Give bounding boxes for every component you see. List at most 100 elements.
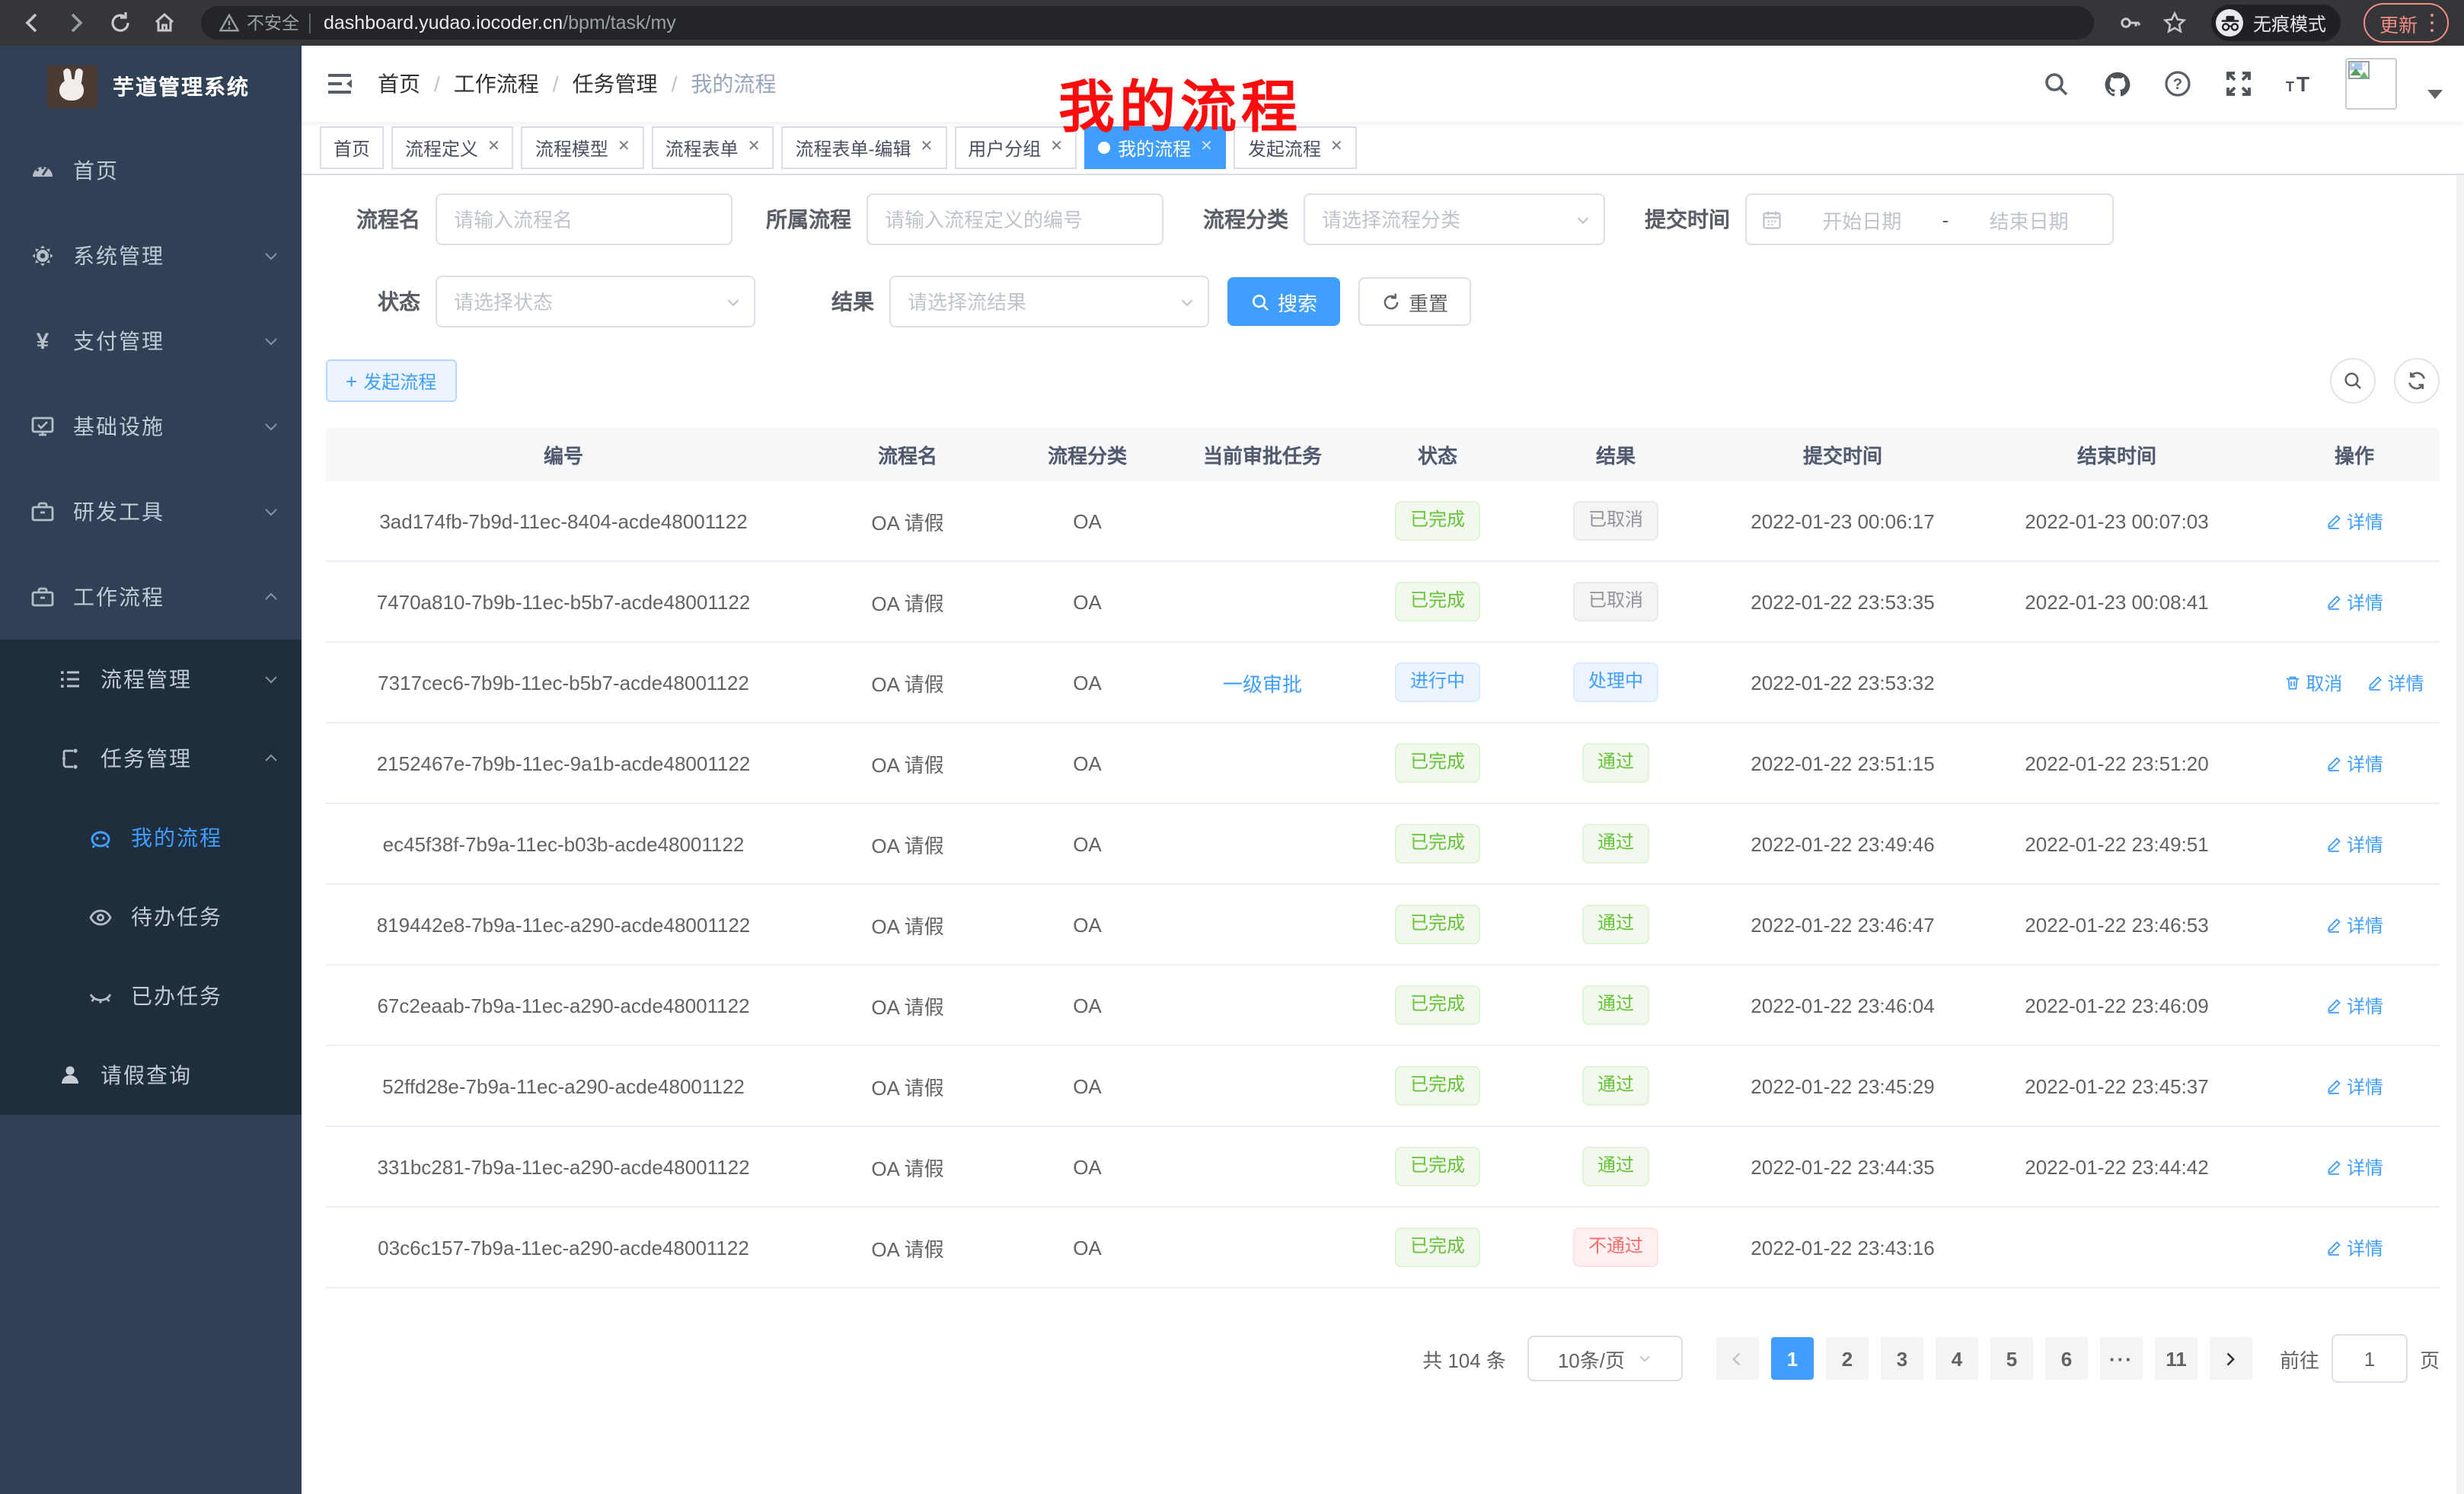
tab-close-icon[interactable]: ✕	[748, 140, 761, 155]
sidebar-item-system[interactable]: 系统管理	[0, 213, 302, 298]
page-size-value: 10条/页	[1558, 1344, 1625, 1373]
tab-close-icon[interactable]: ✕	[487, 140, 500, 155]
tab[interactable]: 流程模型 ✕	[522, 126, 644, 169]
tab[interactable]: 流程表单-编辑 ✕	[781, 126, 946, 169]
page-button[interactable]: 3	[1881, 1337, 1923, 1380]
bookmark-star-icon[interactable]	[2159, 6, 2192, 40]
incognito-badge[interactable]: 无痕模式	[2212, 5, 2341, 41]
page-button[interactable]: 1	[1771, 1337, 1814, 1380]
detail-action[interactable]: 详情	[2367, 669, 2424, 695]
detail-action[interactable]: 详情	[2325, 1234, 2383, 1260]
sidebar-item-label: 系统管理	[73, 241, 262, 271]
cell-name: OA 请假	[801, 1126, 1014, 1207]
refresh-table-button[interactable]	[2394, 358, 2440, 404]
sidebar-item-process-mgmt[interactable]: 流程管理	[0, 640, 302, 719]
next-page-button[interactable]	[2210, 1337, 2252, 1380]
tab[interactable]: 流程表单 ✕	[652, 126, 774, 169]
process-definition-input[interactable]	[867, 193, 1163, 245]
detail-action[interactable]: 详情	[2325, 911, 2383, 937]
task-link[interactable]: 一级审批	[1223, 672, 1302, 695]
reload-icon[interactable]	[104, 6, 137, 40]
sidebar-item-task-mgmt[interactable]: 任务管理	[0, 719, 302, 798]
date-range-picker[interactable]: 开始日期 - 结束日期	[1745, 193, 2114, 245]
sidebar-item-infra[interactable]: 基础设施	[0, 384, 302, 469]
avatar-caret-icon[interactable]	[2427, 90, 2443, 99]
page-button[interactable]: ···	[2100, 1337, 2143, 1380]
breadcrumb-workflow[interactable]: 工作流程	[454, 69, 539, 99]
font-size-icon[interactable]: TT	[2284, 69, 2315, 99]
detail-action[interactable]: 详情	[2325, 589, 2383, 615]
tab[interactable]: 流程定义 ✕	[391, 126, 514, 169]
tab-label: 流程表单	[665, 135, 739, 161]
breadcrumb-home[interactable]: 首页	[378, 69, 420, 99]
tab-close-icon[interactable]: ✕	[920, 140, 933, 155]
fullscreen-icon[interactable]	[2223, 69, 2254, 99]
cell-end-time: 2022-01-22 23:49:51	[1964, 803, 2269, 884]
sidebar-item-todo-tasks[interactable]: 待办任务	[0, 877, 302, 956]
page-button[interactable]: 11	[2155, 1337, 2197, 1380]
sidebar-item-workflow[interactable]: 工作流程	[0, 554, 302, 640]
cancel-action[interactable]: 取消	[2284, 669, 2342, 695]
detail-action[interactable]: 详情	[2325, 1073, 2383, 1099]
page-button[interactable]: 4	[1936, 1337, 1978, 1380]
forward-icon[interactable]	[59, 6, 93, 40]
sidebar-item-my-process[interactable]: 我的流程	[0, 798, 302, 877]
detail-action[interactable]: 详情	[2325, 508, 2383, 534]
github-icon[interactable]	[2102, 69, 2132, 99]
sidebar-item-done-tasks[interactable]: 已办任务	[0, 956, 302, 1036]
sidebar-item-home[interactable]: 首页	[0, 128, 302, 213]
show-search-button[interactable]	[2330, 358, 2376, 404]
search-button-label: 搜索	[1278, 287, 1317, 316]
detail-action[interactable]: 详情	[2325, 992, 2383, 1018]
back-icon[interactable]	[15, 6, 49, 40]
browser-menu-icon[interactable]	[2430, 14, 2434, 33]
detail-action[interactable]: 详情	[2325, 1154, 2383, 1180]
sidebar-item-label: 支付管理	[73, 326, 262, 356]
cell-category: OA	[1014, 1126, 1160, 1207]
cell-task	[1160, 561, 1364, 642]
cell-category: OA	[1014, 1045, 1160, 1126]
page-button[interactable]: 2	[1826, 1337, 1869, 1380]
page-button[interactable]: 6	[2045, 1337, 2088, 1380]
search-icon[interactable]	[2041, 69, 2071, 99]
home-icon[interactable]	[148, 6, 181, 40]
process-name-input[interactable]	[436, 193, 732, 245]
broken-image-icon	[2348, 61, 2370, 79]
sidebar-item-leave-query[interactable]: 请假查询	[0, 1036, 302, 1115]
cell-id: 03c6c157-7b9a-11ec-a290-acde48001122	[326, 1207, 801, 1288]
hamburger-icon[interactable]	[323, 67, 356, 101]
tab[interactable]: 首页 ✕	[320, 126, 384, 169]
url-bar[interactable]: 不安全 dashboard.yudao.iocoder.cn/bpm/task/…	[201, 6, 2095, 40]
window-scrollbar[interactable]	[2456, 46, 2464, 1494]
page-button[interactable]: 5	[1990, 1337, 2033, 1380]
status-badge: 已完成	[1395, 985, 1480, 1025]
status-select[interactable]	[436, 276, 755, 327]
browser-update-button[interactable]: 更新	[2364, 3, 2449, 43]
create-process-button[interactable]: + 发起流程	[326, 359, 456, 402]
sidebar-item-label: 研发工具	[73, 496, 262, 527]
app-logo[interactable]: 芋道管理系统	[0, 46, 302, 128]
sidebar-item-pay[interactable]: ¥ 支付管理	[0, 298, 302, 384]
breadcrumb-task-mgmt[interactable]: 任务管理	[573, 69, 658, 99]
help-icon[interactable]: ?	[2162, 69, 2193, 99]
search-button[interactable]: 搜索	[1227, 277, 1340, 326]
detail-action[interactable]: 详情	[2325, 831, 2383, 857]
col-result: 结果	[1511, 428, 1721, 481]
detail-action[interactable]: 详情	[2325, 750, 2383, 776]
tab-close-icon[interactable]: ✕	[1330, 140, 1343, 155]
table-row: 3ad174fb-7b9d-11ec-8404-acde48001122 OA …	[326, 481, 2440, 561]
tab-label: 首页	[334, 135, 370, 161]
cell-result: 通过	[1511, 723, 1721, 803]
reset-button[interactable]: 重置	[1358, 277, 1471, 326]
category-select[interactable]	[1304, 193, 1605, 245]
jump-page-input[interactable]	[2332, 1334, 2408, 1383]
key-icon[interactable]	[2115, 6, 2148, 40]
sidebar-item-devtools[interactable]: 研发工具	[0, 469, 302, 554]
result-select[interactable]	[889, 276, 1209, 327]
page-size-select[interactable]: 10条/页	[1527, 1336, 1683, 1381]
cell-category: OA	[1014, 561, 1160, 642]
cell-task	[1160, 481, 1364, 561]
avatar[interactable]	[2345, 58, 2397, 110]
tab-close-icon[interactable]: ✕	[618, 140, 630, 155]
prev-page-button[interactable]	[1716, 1337, 1759, 1380]
